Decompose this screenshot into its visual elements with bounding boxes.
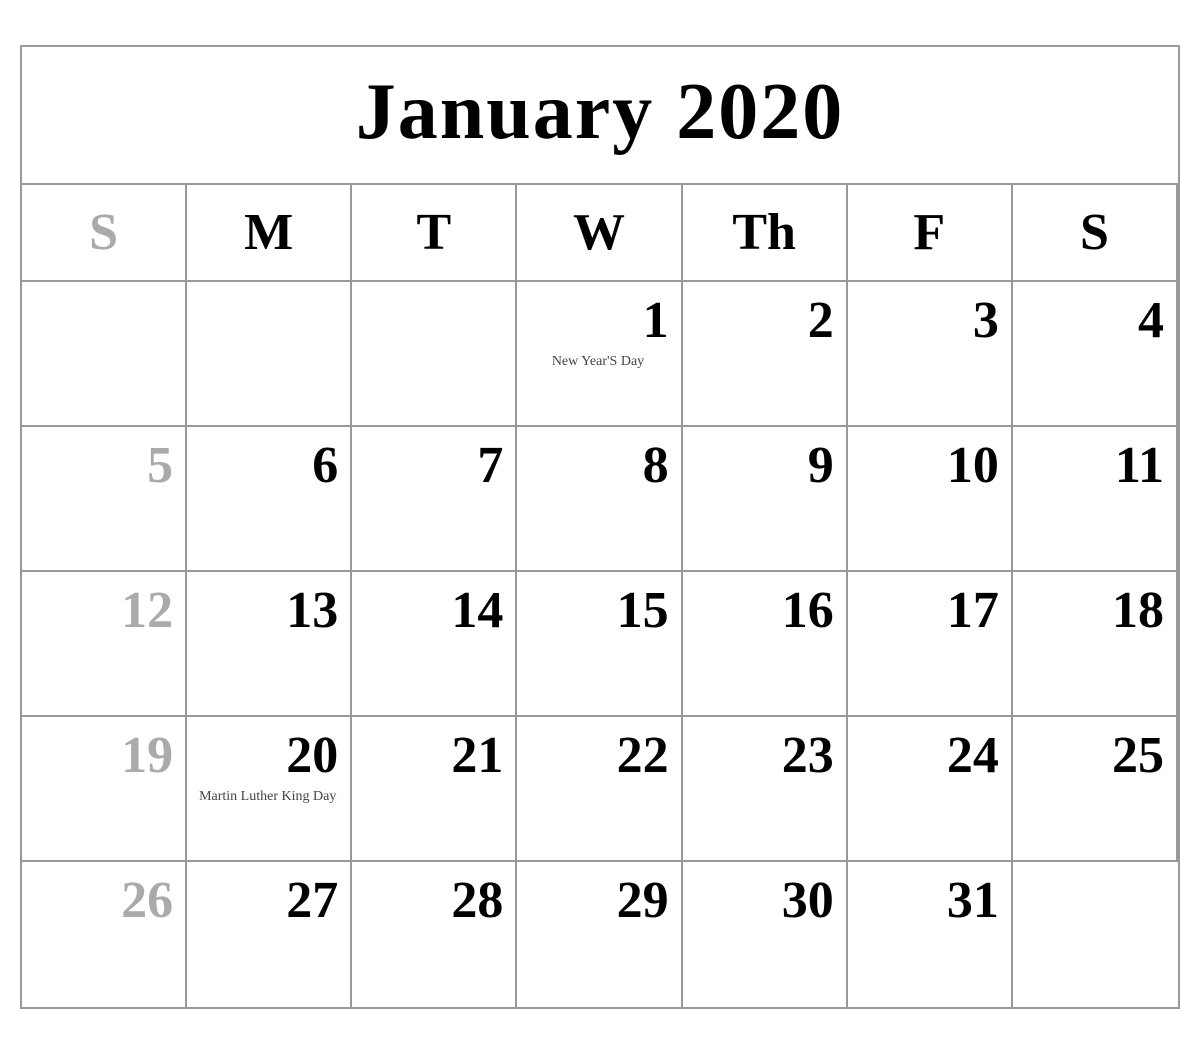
day-number: 8	[527, 437, 668, 494]
day-cell: 20 Martin Luther King Day	[187, 717, 352, 862]
day-header-s: S	[22, 185, 187, 282]
day-number: 1	[527, 292, 668, 349]
day-cell: 18	[1013, 572, 1178, 717]
day-number: 27	[197, 872, 338, 929]
day-header-th: Th	[683, 185, 848, 282]
day-number: 15	[527, 582, 668, 639]
calendar-container: January 2020 SMTWThFS1New Year'S Day2345…	[20, 45, 1180, 1009]
day-header-s: S	[1013, 185, 1178, 282]
day-cell: 26	[22, 862, 187, 1007]
day-number: 26	[32, 872, 173, 929]
day-cell: 14	[352, 572, 517, 717]
holiday-label: Martin Luther King Day	[197, 788, 338, 806]
day-number: 17	[858, 582, 999, 639]
day-cell: 28	[352, 862, 517, 1007]
day-cell: 8	[517, 427, 682, 572]
day-number: 22	[527, 727, 668, 784]
day-cell	[22, 282, 187, 427]
day-number: 13	[197, 582, 338, 639]
day-number: 5	[32, 437, 173, 494]
day-cell: 1 New Year'S Day	[517, 282, 682, 427]
day-number: 25	[1023, 727, 1164, 784]
day-cell: 31	[848, 862, 1013, 1007]
day-cell	[187, 282, 352, 427]
day-number: 24	[858, 727, 999, 784]
day-number: 14	[362, 582, 503, 639]
calendar-title: January 2020	[22, 47, 1178, 185]
day-number: 20	[197, 727, 338, 784]
day-cell	[352, 282, 517, 427]
day-number: 21	[362, 727, 503, 784]
day-header-w: W	[517, 185, 682, 282]
day-number: 11	[1023, 437, 1164, 494]
day-number: 4	[1023, 292, 1164, 349]
holiday-label: New Year'S Day	[527, 353, 668, 371]
day-cell: 19	[22, 717, 187, 862]
day-cell: 30	[683, 862, 848, 1007]
day-number: 19	[32, 727, 173, 784]
day-number: 9	[693, 437, 834, 494]
day-cell: 11	[1013, 427, 1178, 572]
day-cell: 16	[683, 572, 848, 717]
day-cell: 7	[352, 427, 517, 572]
day-cell: 9	[683, 427, 848, 572]
day-cell: 4	[1013, 282, 1178, 427]
day-cell: 21	[352, 717, 517, 862]
day-cell: 25	[1013, 717, 1178, 862]
day-number: 23	[693, 727, 834, 784]
day-cell: 22	[517, 717, 682, 862]
day-cell: 17	[848, 572, 1013, 717]
day-cell: 10	[848, 427, 1013, 572]
day-number: 12	[32, 582, 173, 639]
day-number: 31	[858, 872, 999, 929]
day-cell: 27	[187, 862, 352, 1007]
day-cell: 29	[517, 862, 682, 1007]
day-number: 10	[858, 437, 999, 494]
day-number: 2	[693, 292, 834, 349]
day-header-f: F	[848, 185, 1013, 282]
day-number: 29	[527, 872, 668, 929]
day-header-t: T	[352, 185, 517, 282]
day-cell: 3	[848, 282, 1013, 427]
day-cell	[1013, 862, 1178, 1007]
day-cell: 24	[848, 717, 1013, 862]
day-cell: 23	[683, 717, 848, 862]
day-cell: 12	[22, 572, 187, 717]
day-number: 7	[362, 437, 503, 494]
day-number: 16	[693, 582, 834, 639]
day-cell: 5	[22, 427, 187, 572]
day-cell: 2	[683, 282, 848, 427]
day-cell: 6	[187, 427, 352, 572]
day-cell: 15	[517, 572, 682, 717]
day-number: 6	[197, 437, 338, 494]
day-header-m: M	[187, 185, 352, 282]
day-number: 28	[362, 872, 503, 929]
day-number: 30	[693, 872, 834, 929]
day-number: 18	[1023, 582, 1164, 639]
calendar-grid: SMTWThFS1New Year'S Day23456789101112131…	[22, 185, 1178, 1007]
day-number: 3	[858, 292, 999, 349]
day-cell: 13	[187, 572, 352, 717]
